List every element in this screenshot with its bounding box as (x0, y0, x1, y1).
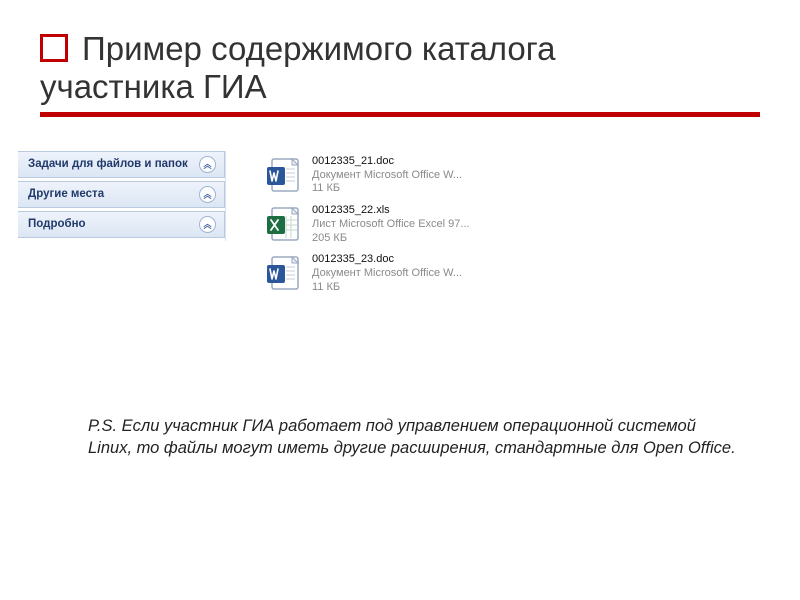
footer-note: P.S. Если участник ГИА работает под упра… (40, 415, 760, 460)
sidebar-tasks-header[interactable]: Задачи для файлов и папок (18, 151, 225, 178)
word-doc-icon (264, 155, 304, 195)
title-line-1: Пример содержимого каталога (82, 30, 555, 67)
file-item[interactable]: 0012335_21.doc Документ Microsoft Office… (264, 155, 514, 196)
sidebar-details-header[interactable]: Подробно (18, 211, 225, 238)
title-line-2: участника ГИА (40, 68, 267, 105)
file-name: 0012335_21.doc (312, 155, 462, 169)
file-size: 11 КБ (312, 182, 462, 196)
collapse-icon[interactable] (199, 186, 216, 203)
title-underline (40, 112, 760, 117)
word-doc-icon (264, 253, 304, 293)
collapse-icon[interactable] (199, 216, 216, 233)
explorer-area: Задачи для файлов и папок Другие места П… (0, 151, 800, 295)
sidebar-places-header[interactable]: Другие места (18, 181, 225, 208)
sidebar-places-label: Другие места (28, 188, 104, 200)
file-list: 0012335_21.doc Документ Microsoft Office… (236, 151, 782, 295)
file-item[interactable]: 0012335_23.doc Документ Microsoft Office… (264, 253, 514, 294)
sidebar-details-label: Подробно (28, 218, 86, 230)
file-item[interactable]: 0012335_22.xls Лист Microsoft Office Exc… (264, 204, 514, 245)
file-size: 11 КБ (312, 281, 462, 295)
title-accent-box (40, 34, 68, 62)
sidebar-tasks-label: Задачи для файлов и папок (28, 158, 188, 170)
file-type: Лист Microsoft Office Excel 97... (312, 218, 470, 232)
file-text: 0012335_23.doc Документ Microsoft Office… (312, 253, 462, 294)
file-text: 0012335_21.doc Документ Microsoft Office… (312, 155, 462, 196)
file-name: 0012335_22.xls (312, 204, 470, 218)
file-size: 205 КБ (312, 232, 470, 246)
slide-title: Пример содержимого каталога участника ГИ… (40, 30, 760, 106)
excel-doc-icon (264, 204, 304, 244)
file-type: Документ Microsoft Office W... (312, 169, 462, 183)
collapse-icon[interactable] (199, 156, 216, 173)
file-type: Документ Microsoft Office W... (312, 267, 462, 281)
explorer-sidebar: Задачи для файлов и папок Другие места П… (18, 151, 226, 241)
file-name: 0012335_23.doc (312, 253, 462, 267)
file-text: 0012335_22.xls Лист Microsoft Office Exc… (312, 204, 470, 245)
